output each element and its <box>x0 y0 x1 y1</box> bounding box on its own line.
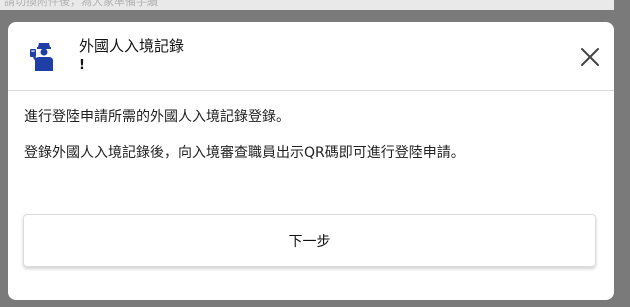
immigration-officer-icon <box>30 43 53 71</box>
background-card: 請切換附件後，為大家準備手續 <box>0 0 614 10</box>
dialog-body: 進行登陸申請所需的外國人入境記錄登錄。 登錄外國人入境記錄後，向入境審查職員出示… <box>24 108 594 180</box>
body-line-2: 登錄外國人入境記錄後，向入境審查職員出示QR碼即可進行登陸申請。 <box>24 145 465 161</box>
dialog-header: 外國人入境記錄 ! <box>8 22 614 91</box>
background-text: 請切換附件後，為大家準備手續 <box>4 0 158 8</box>
immigration-record-dialog: 外國人入境記錄 ! 進行登陸申請所需的外國人入境記錄登錄。 登錄外國人入境記錄後… <box>8 22 614 300</box>
body-line-1: 進行登陸申請所需的外國人入境記錄登錄。 <box>24 109 290 125</box>
close-icon[interactable] <box>578 45 602 69</box>
next-button[interactable]: 下一步 <box>23 214 596 267</box>
dialog-title: 外國人入境記錄 <box>79 37 185 55</box>
dialog-subtitle: ! <box>79 58 85 73</box>
